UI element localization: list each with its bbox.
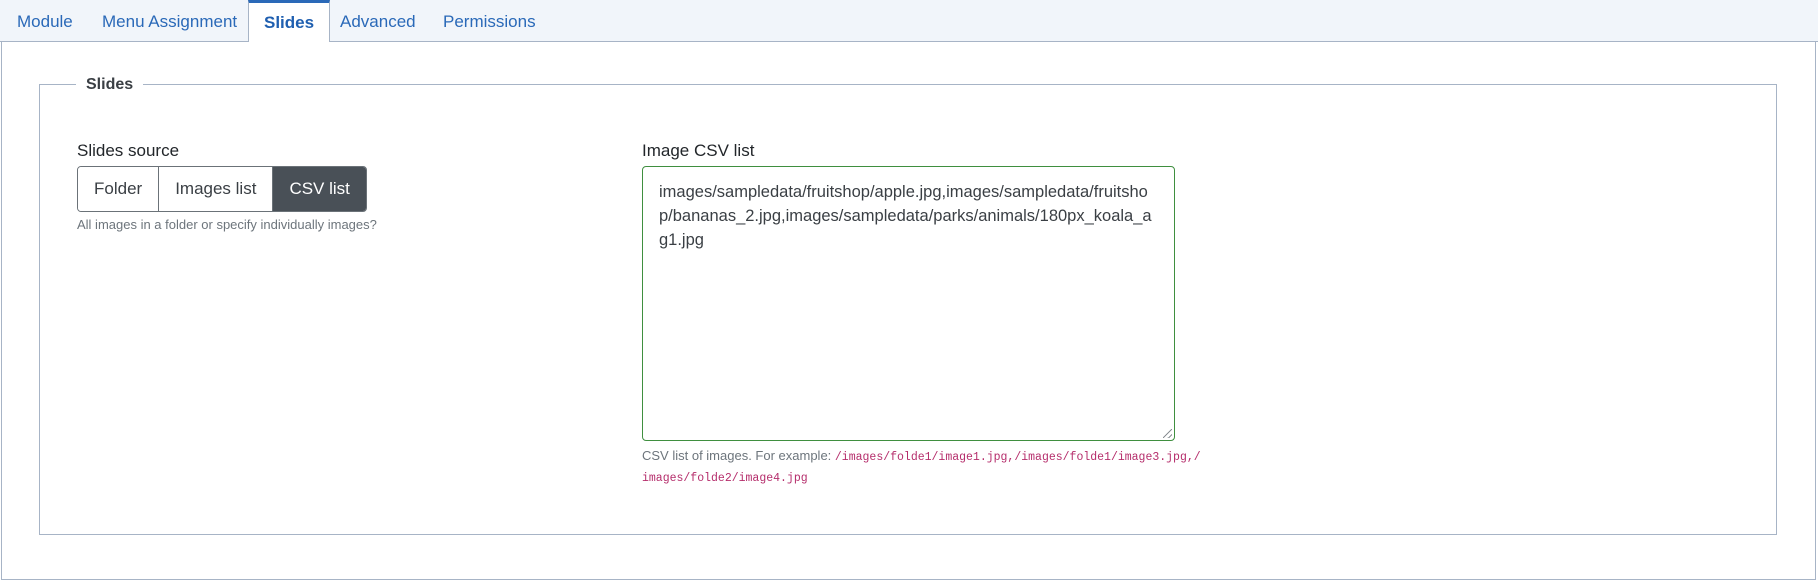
image-csv-list-textarea[interactable]: images/sampledata/fruitshop/apple.jpg,im… xyxy=(642,166,1175,441)
resize-handle-icon[interactable] xyxy=(1163,429,1172,438)
tab-permissions[interactable]: Permissions xyxy=(428,0,551,42)
slides-source-label: Slides source xyxy=(77,141,180,160)
module-edit-page: Module Menu Assignment Slides Advanced P… xyxy=(0,0,1818,583)
tab-module[interactable]: Module xyxy=(2,0,88,42)
tab-advanced[interactable]: Advanced xyxy=(325,0,431,42)
image-csv-list-label: Image CSV list xyxy=(642,141,755,160)
tab-bar: Module Menu Assignment Slides Advanced P… xyxy=(0,0,1818,43)
image-csv-list-help: CSV list of images. For example: /images… xyxy=(642,446,1202,488)
image-csv-list-value: images/sampledata/fruitshop/apple.jpg,im… xyxy=(659,183,1152,249)
tab-slides[interactable]: Slides xyxy=(248,0,331,43)
slides-source-toggle: Folder Images list CSV list xyxy=(77,166,367,212)
csv-help-text: CSV list of images. For example: xyxy=(642,448,835,463)
slides-source-folder-button[interactable]: Folder xyxy=(78,167,160,211)
slides-source-images-list-button[interactable]: Images list xyxy=(159,167,274,211)
tab-menu-assignment[interactable]: Menu Assignment xyxy=(87,0,252,42)
slides-source-help: All images in a folder or specify indivi… xyxy=(77,217,377,232)
slides-source-csv-list-button[interactable]: CSV list xyxy=(273,167,366,211)
fieldset-legend: Slides xyxy=(76,75,144,95)
